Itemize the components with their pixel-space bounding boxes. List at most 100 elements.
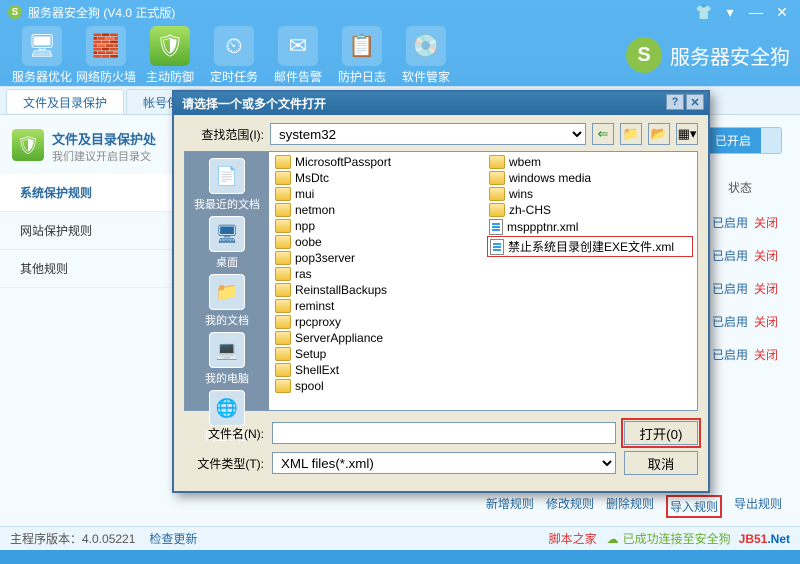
dialog-close-button[interactable]: ✕ — [686, 94, 704, 110]
new-folder-button[interactable]: 📂 — [648, 123, 670, 145]
folder-item[interactable]: wbem — [487, 154, 693, 170]
active-defense-icon: 🛡 — [150, 26, 190, 66]
view-menu-button[interactable]: ▦▾ — [676, 123, 698, 145]
folder-item[interactable]: wins — [487, 186, 693, 202]
file-item[interactable]: msppptnr.xml — [487, 218, 693, 236]
file-name: netmon — [295, 203, 335, 217]
folder-icon — [275, 235, 291, 249]
sidebar-item-other-rules[interactable]: 其他规则 — [0, 250, 180, 288]
look-in-select[interactable]: system32 — [270, 123, 586, 145]
place-recent[interactable]: 📄我最近的文档 — [194, 158, 260, 212]
delete-rule-link[interactable]: 删除规则 — [606, 495, 654, 518]
folder-icon — [275, 379, 291, 393]
folder-icon — [489, 155, 505, 169]
folder-item[interactable]: rpcproxy — [273, 314, 479, 330]
desktop-icon: 🖥 — [209, 216, 245, 252]
file-item[interactable]: 禁止系统目录创建EXE文件.xml — [487, 236, 693, 257]
folder-item[interactable]: MsDtc — [273, 170, 479, 186]
place-mypc[interactable]: 💻我的电脑 — [205, 332, 249, 386]
toolbar-sw-mgr[interactable]: 💿软件管家 — [394, 26, 458, 85]
brand-text: 服务器安全狗 — [670, 41, 790, 70]
sidebar-item-sys-rules[interactable]: 系统保护规则 — [0, 174, 180, 212]
toolbar-firewall[interactable]: 🧱网络防火墙 — [74, 26, 138, 85]
dropdown-icon[interactable]: ▾ — [720, 4, 740, 20]
import-rule-link[interactable]: 导入规则 — [666, 495, 722, 518]
rule-enabled-label: 已启用 — [712, 247, 748, 264]
sw-mgr-icon: 💿 — [406, 26, 446, 66]
place-desktop[interactable]: 🖥桌面 — [209, 216, 245, 270]
folder-item[interactable]: ServerAppliance — [273, 330, 479, 346]
toolbar-logs[interactable]: 📋防护日志 — [330, 26, 394, 85]
filename-label: 文件名(N): — [184, 425, 264, 442]
file-name: mui — [295, 187, 314, 201]
look-in-label: 查找范围(I): — [184, 126, 264, 143]
add-rule-link[interactable]: 新增规则 — [486, 495, 534, 518]
folder-item[interactable]: reminst — [273, 298, 479, 314]
back-button[interactable]: ⇐ — [592, 123, 614, 145]
folder-item[interactable]: ShellExt — [273, 362, 479, 378]
app-titlebar: S 服务器安全狗 (V4.0 正式版) 👕 ▾ — ✕ — [0, 0, 800, 24]
folder-item[interactable]: Setup — [273, 346, 479, 362]
folder-item[interactable]: ras — [273, 266, 479, 282]
folder-icon — [275, 203, 291, 217]
folder-item[interactable]: netmon — [273, 202, 479, 218]
network-icon: 🌐 — [209, 390, 245, 426]
brand: S 服务器安全狗 — [626, 37, 790, 73]
rule-close-link[interactable]: 关闭 — [754, 313, 778, 330]
folder-icon — [275, 267, 291, 281]
rule-enabled-label: 已启用 — [712, 313, 748, 330]
check-update-link[interactable]: 检查更新 — [149, 530, 197, 547]
sidebar-title: 文件及目录保护处 — [52, 129, 156, 148]
shirt-icon[interactable]: 👕 — [694, 4, 714, 20]
toolbar-timer[interactable]: ⏲定时任务 — [202, 26, 266, 85]
folder-icon — [489, 203, 505, 217]
up-button[interactable]: 📁 — [620, 123, 642, 145]
place-mydocs[interactable]: 📁我的文档 — [205, 274, 249, 328]
minimize-button[interactable]: — — [746, 4, 766, 20]
filetype-select[interactable]: XML files(*.xml) — [272, 452, 616, 474]
file-open-dialog: 请选择一个或多个文件打开 ? ✕ 查找范围(I): system32 ⇐ 📁 📂… — [172, 90, 710, 493]
tab-file-dir[interactable]: 文件及目录保护 — [6, 89, 124, 114]
close-button[interactable]: ✕ — [772, 4, 792, 20]
file-name: windows media — [509, 171, 591, 185]
folder-item[interactable]: oobe — [273, 234, 479, 250]
edit-rule-link[interactable]: 修改规则 — [546, 495, 594, 518]
brand-shield-icon: S — [626, 37, 662, 73]
folder-item[interactable]: ReinstallBackups — [273, 282, 479, 298]
toolbar-mail[interactable]: ✉邮件告警 — [266, 26, 330, 85]
enabled-off-label — [761, 137, 781, 145]
open-button[interactable]: 打开(0) — [624, 421, 698, 445]
file-list[interactable]: MicrosoftPassportMsDtcmui netmon nppoobepo… — [269, 152, 697, 410]
app-title: 服务器安全狗 (V4.0 正式版) — [28, 4, 175, 21]
rule-close-link[interactable]: 关闭 — [754, 346, 778, 363]
sidebar-item-site-rules[interactable]: 网站保护规则 — [0, 212, 180, 250]
toolbar-srv-optimize[interactable]: 🖥服务器优化 — [10, 26, 74, 85]
dialog-help-button[interactable]: ? — [666, 94, 684, 110]
filename-input[interactable] — [272, 422, 616, 444]
rule-close-link[interactable]: 关闭 — [754, 280, 778, 297]
export-rule-link[interactable]: 导出规则 — [734, 495, 782, 518]
dialog-titlebar[interactable]: 请选择一个或多个文件打开 ? ✕ — [174, 92, 708, 115]
enabled-toggle[interactable]: 已开启 — [704, 127, 782, 154]
folder-item[interactable]: npp — [273, 218, 479, 234]
folder-item[interactable]: zh-CHS — [487, 202, 693, 218]
rule-close-link[interactable]: 关闭 — [754, 247, 778, 264]
cancel-button[interactable]: 取消 — [624, 451, 698, 475]
folder-item[interactable]: mui — [273, 186, 479, 202]
version-text: 主程序版本：4.0.05221 — [10, 530, 135, 547]
mypc-icon: 💻 — [209, 332, 245, 368]
folder-item[interactable]: windows media — [487, 170, 693, 186]
file-name: wins — [509, 187, 533, 201]
file-name: npp — [295, 219, 315, 233]
folder-icon — [275, 155, 291, 169]
rule-close-link[interactable]: 关闭 — [754, 214, 778, 231]
folder-item[interactable]: MicrosoftPassport — [273, 154, 479, 170]
timer-icon: ⏲ — [214, 26, 254, 66]
toolbar-active-defense[interactable]: 🛡主动防御 — [138, 26, 202, 85]
file-name: MicrosoftPassport — [295, 155, 391, 169]
folder-item[interactable]: pop3server — [273, 250, 479, 266]
file-name: 禁止系统目录创建EXE文件.xml — [508, 238, 674, 255]
folder-item[interactable]: spool — [273, 378, 479, 394]
file-name: reminst — [295, 299, 334, 313]
firewall-icon: 🧱 — [86, 26, 126, 66]
